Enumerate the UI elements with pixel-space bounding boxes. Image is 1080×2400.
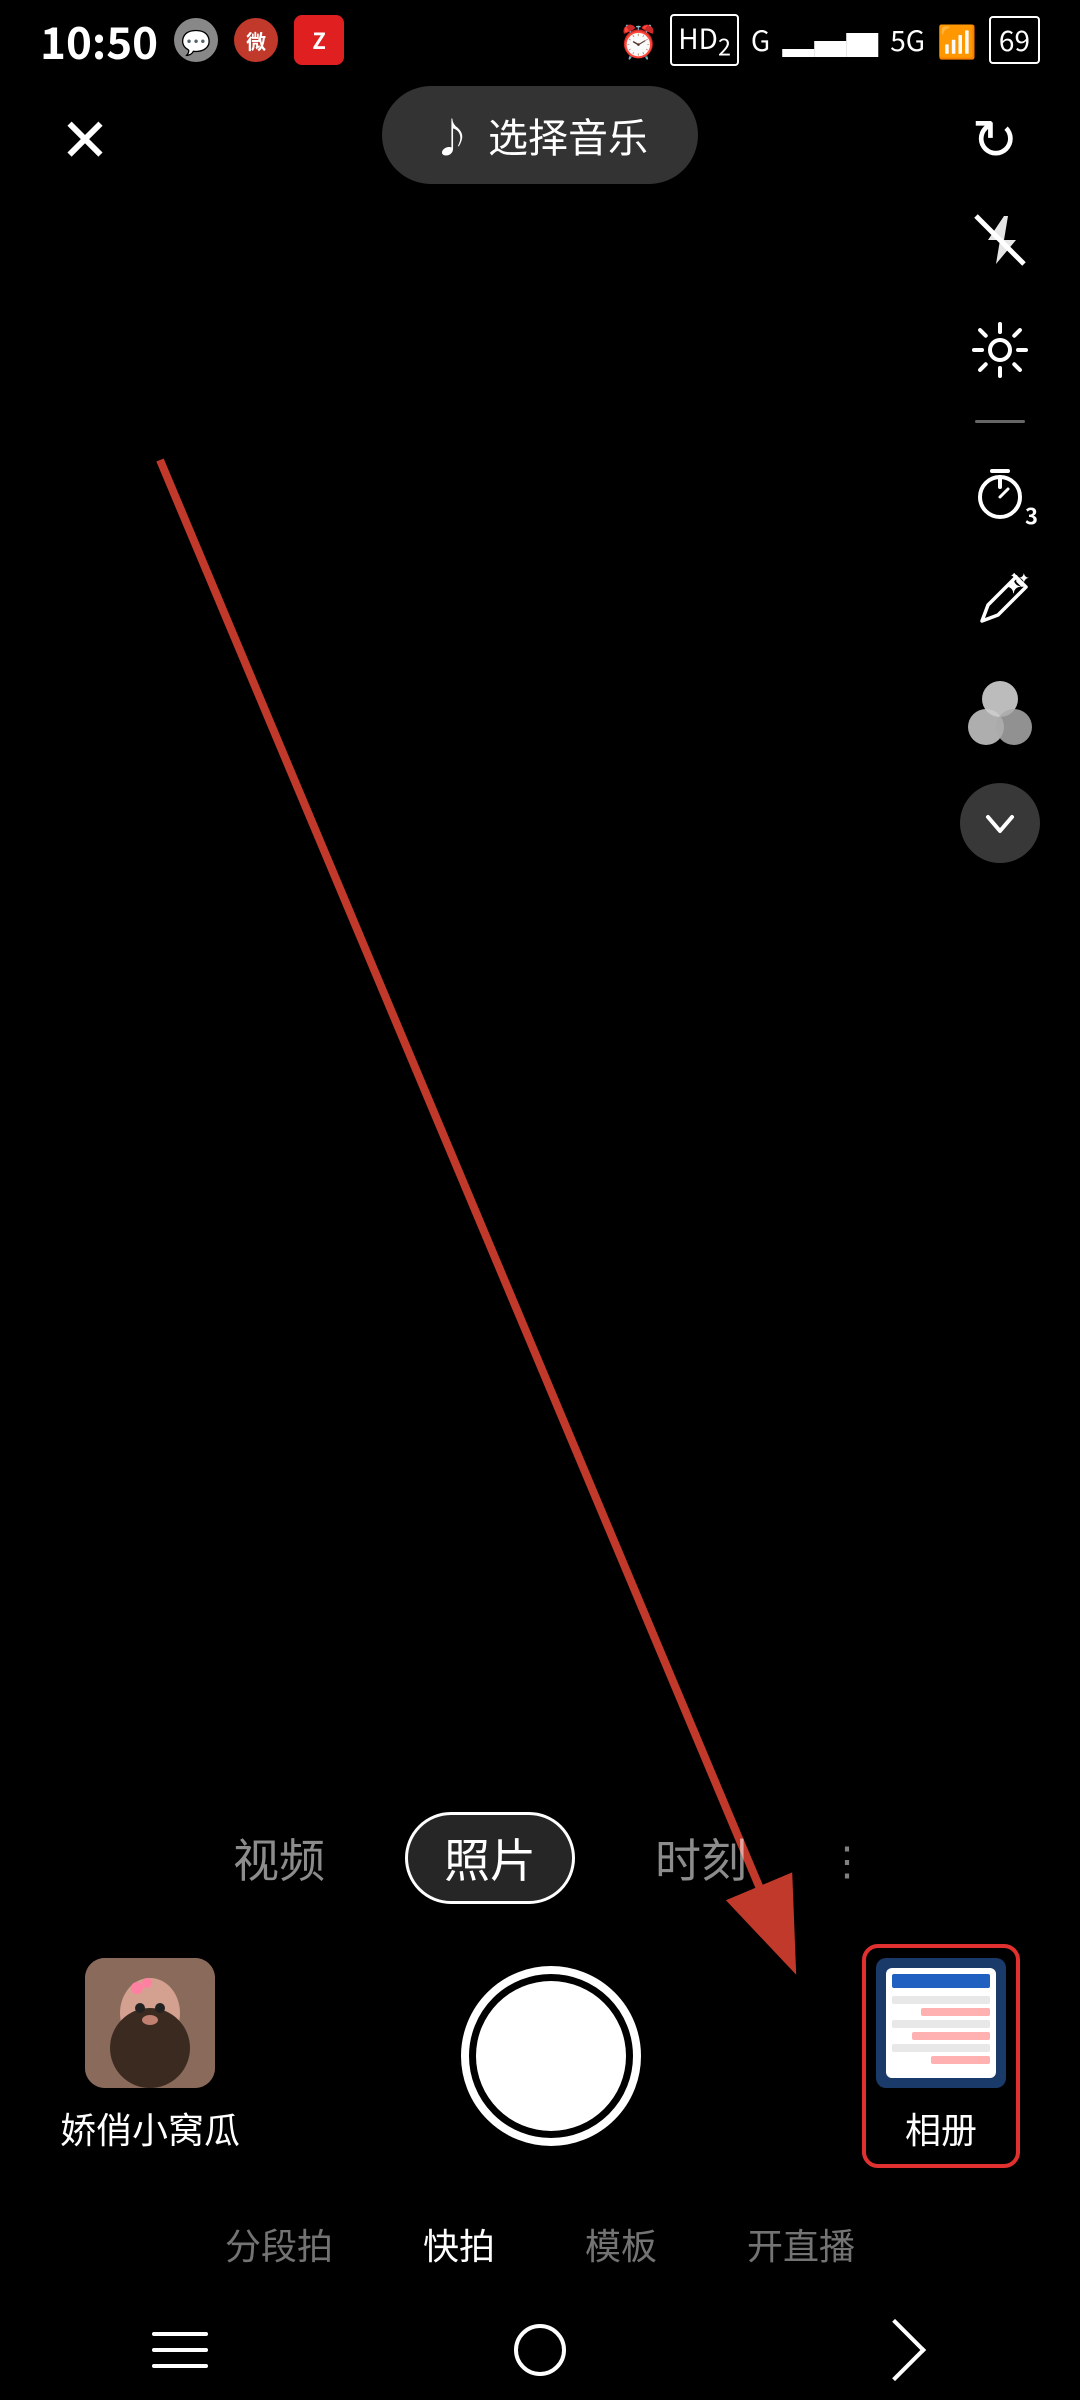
signal-bars: ▂▄▆ <box>782 17 878 63</box>
bottom-nav: 分段拍 快拍 模板 开直播 <box>0 2198 1080 2300</box>
toolbar-divider <box>975 420 1025 423</box>
svg-text:✦: ✦ <box>1018 573 1030 588</box>
status-left: 10:50 💬 微 Z <box>40 8 344 72</box>
weibo-icon: 微 <box>234 18 278 62</box>
avatar-svg <box>85 1958 215 2088</box>
signal-5g-icon: 5G <box>890 20 925 60</box>
refresh-icon: ↻ <box>972 95 1019 176</box>
color-circles-icon <box>968 681 1032 745</box>
tab-moment[interactable]: 时刻 <box>635 1815 767 1901</box>
close-button[interactable]: ✕ <box>50 100 120 170</box>
right-toolbar: 3 ✦ ✦ ✦ <box>960 200 1040 863</box>
camera-controls: 娇俏小窝瓜 相册 <box>0 1924 1080 2198</box>
music-select-button[interactable]: ♪ 选择音乐 <box>382 86 698 184</box>
timer-button[interactable]: 3 <box>960 453 1040 533</box>
album-button[interactable]: 相册 <box>862 1944 1020 2168</box>
user-name: 娇俏小窝瓜 <box>60 2102 240 2154</box>
brush-icon: ✦ ✦ ✦ <box>970 573 1030 633</box>
nav-template[interactable]: 模板 <box>565 2208 677 2280</box>
system-nav-bar <box>0 2300 1080 2400</box>
timer-icon <box>970 463 1030 523</box>
album-preview <box>876 1958 1006 2088</box>
user-profile[interactable]: 娇俏小窝瓜 <box>60 1958 240 2154</box>
music-note-icon: ♪ <box>432 106 472 164</box>
close-icon: ✕ <box>60 92 110 179</box>
shutter-button[interactable] <box>461 1966 641 2146</box>
tab-video[interactable]: 视频 <box>213 1815 345 1901</box>
chevron-down-icon <box>978 801 1022 845</box>
settings-button[interactable] <box>960 310 1040 390</box>
avatar-image <box>85 1958 215 2088</box>
mode-more-icon[interactable]: ⋮ <box>827 1829 867 1887</box>
chat-icon: 💬 <box>174 18 218 62</box>
status-bar: 10:50 💬 微 Z ⏰ HD2 G ▂▄▆ 5G 📶 69 <box>0 0 1080 80</box>
nav-back-button[interactable] <box>860 2310 940 2390</box>
hd-badge: HD2 <box>670 14 739 67</box>
shutter-inner <box>476 1981 626 2131</box>
alarm-icon: ⏰ <box>618 17 658 63</box>
music-label: 选择音乐 <box>488 106 648 164</box>
nav-menu-button[interactable] <box>140 2310 220 2390</box>
nav-home-button[interactable] <box>500 2310 580 2390</box>
signal-g-icon: G <box>751 20 770 60</box>
bottom-section: 视频 照片 时刻 ⋮ <box>0 1782 1080 2400</box>
brush-button[interactable]: ✦ ✦ ✦ <box>960 563 1040 643</box>
nav-segmented[interactable]: 分段拍 <box>205 2208 353 2280</box>
avatar <box>85 1958 215 2088</box>
wifi-icon: 📶 <box>937 17 977 63</box>
nav-quick[interactable]: 快拍 <box>403 2208 515 2280</box>
colors-button[interactable] <box>960 673 1040 753</box>
hamburger-icon <box>152 2348 208 2352</box>
battery-icon: 69 <box>989 16 1040 64</box>
status-time: 10:50 <box>40 8 158 72</box>
refresh-button[interactable]: ↻ <box>960 100 1030 170</box>
top-bar: ✕ ♪ 选择音乐 ↻ <box>0 80 1080 190</box>
flash-icon <box>972 212 1028 268</box>
mode-tabs: 视频 照片 时刻 ⋮ <box>0 1782 1080 1924</box>
home-circle-icon <box>514 2324 566 2376</box>
tab-photo[interactable]: 照片 <box>405 1812 575 1904</box>
settings-icon <box>970 320 1030 380</box>
album-screen-content <box>886 1968 996 2078</box>
back-arrow-icon <box>864 2319 926 2381</box>
status-right-icons: ⏰ HD2 G ▂▄▆ 5G 📶 69 <box>618 14 1040 67</box>
timer-number: 3 <box>1025 499 1038 531</box>
more-tools-button[interactable] <box>960 783 1040 863</box>
nav-live[interactable]: 开直播 <box>727 2208 875 2280</box>
svg-text:✦: ✦ <box>1010 573 1018 582</box>
flash-button[interactable] <box>960 200 1040 280</box>
album-label: 相册 <box>905 2102 977 2154</box>
zhibo-icon: Z <box>294 15 344 65</box>
